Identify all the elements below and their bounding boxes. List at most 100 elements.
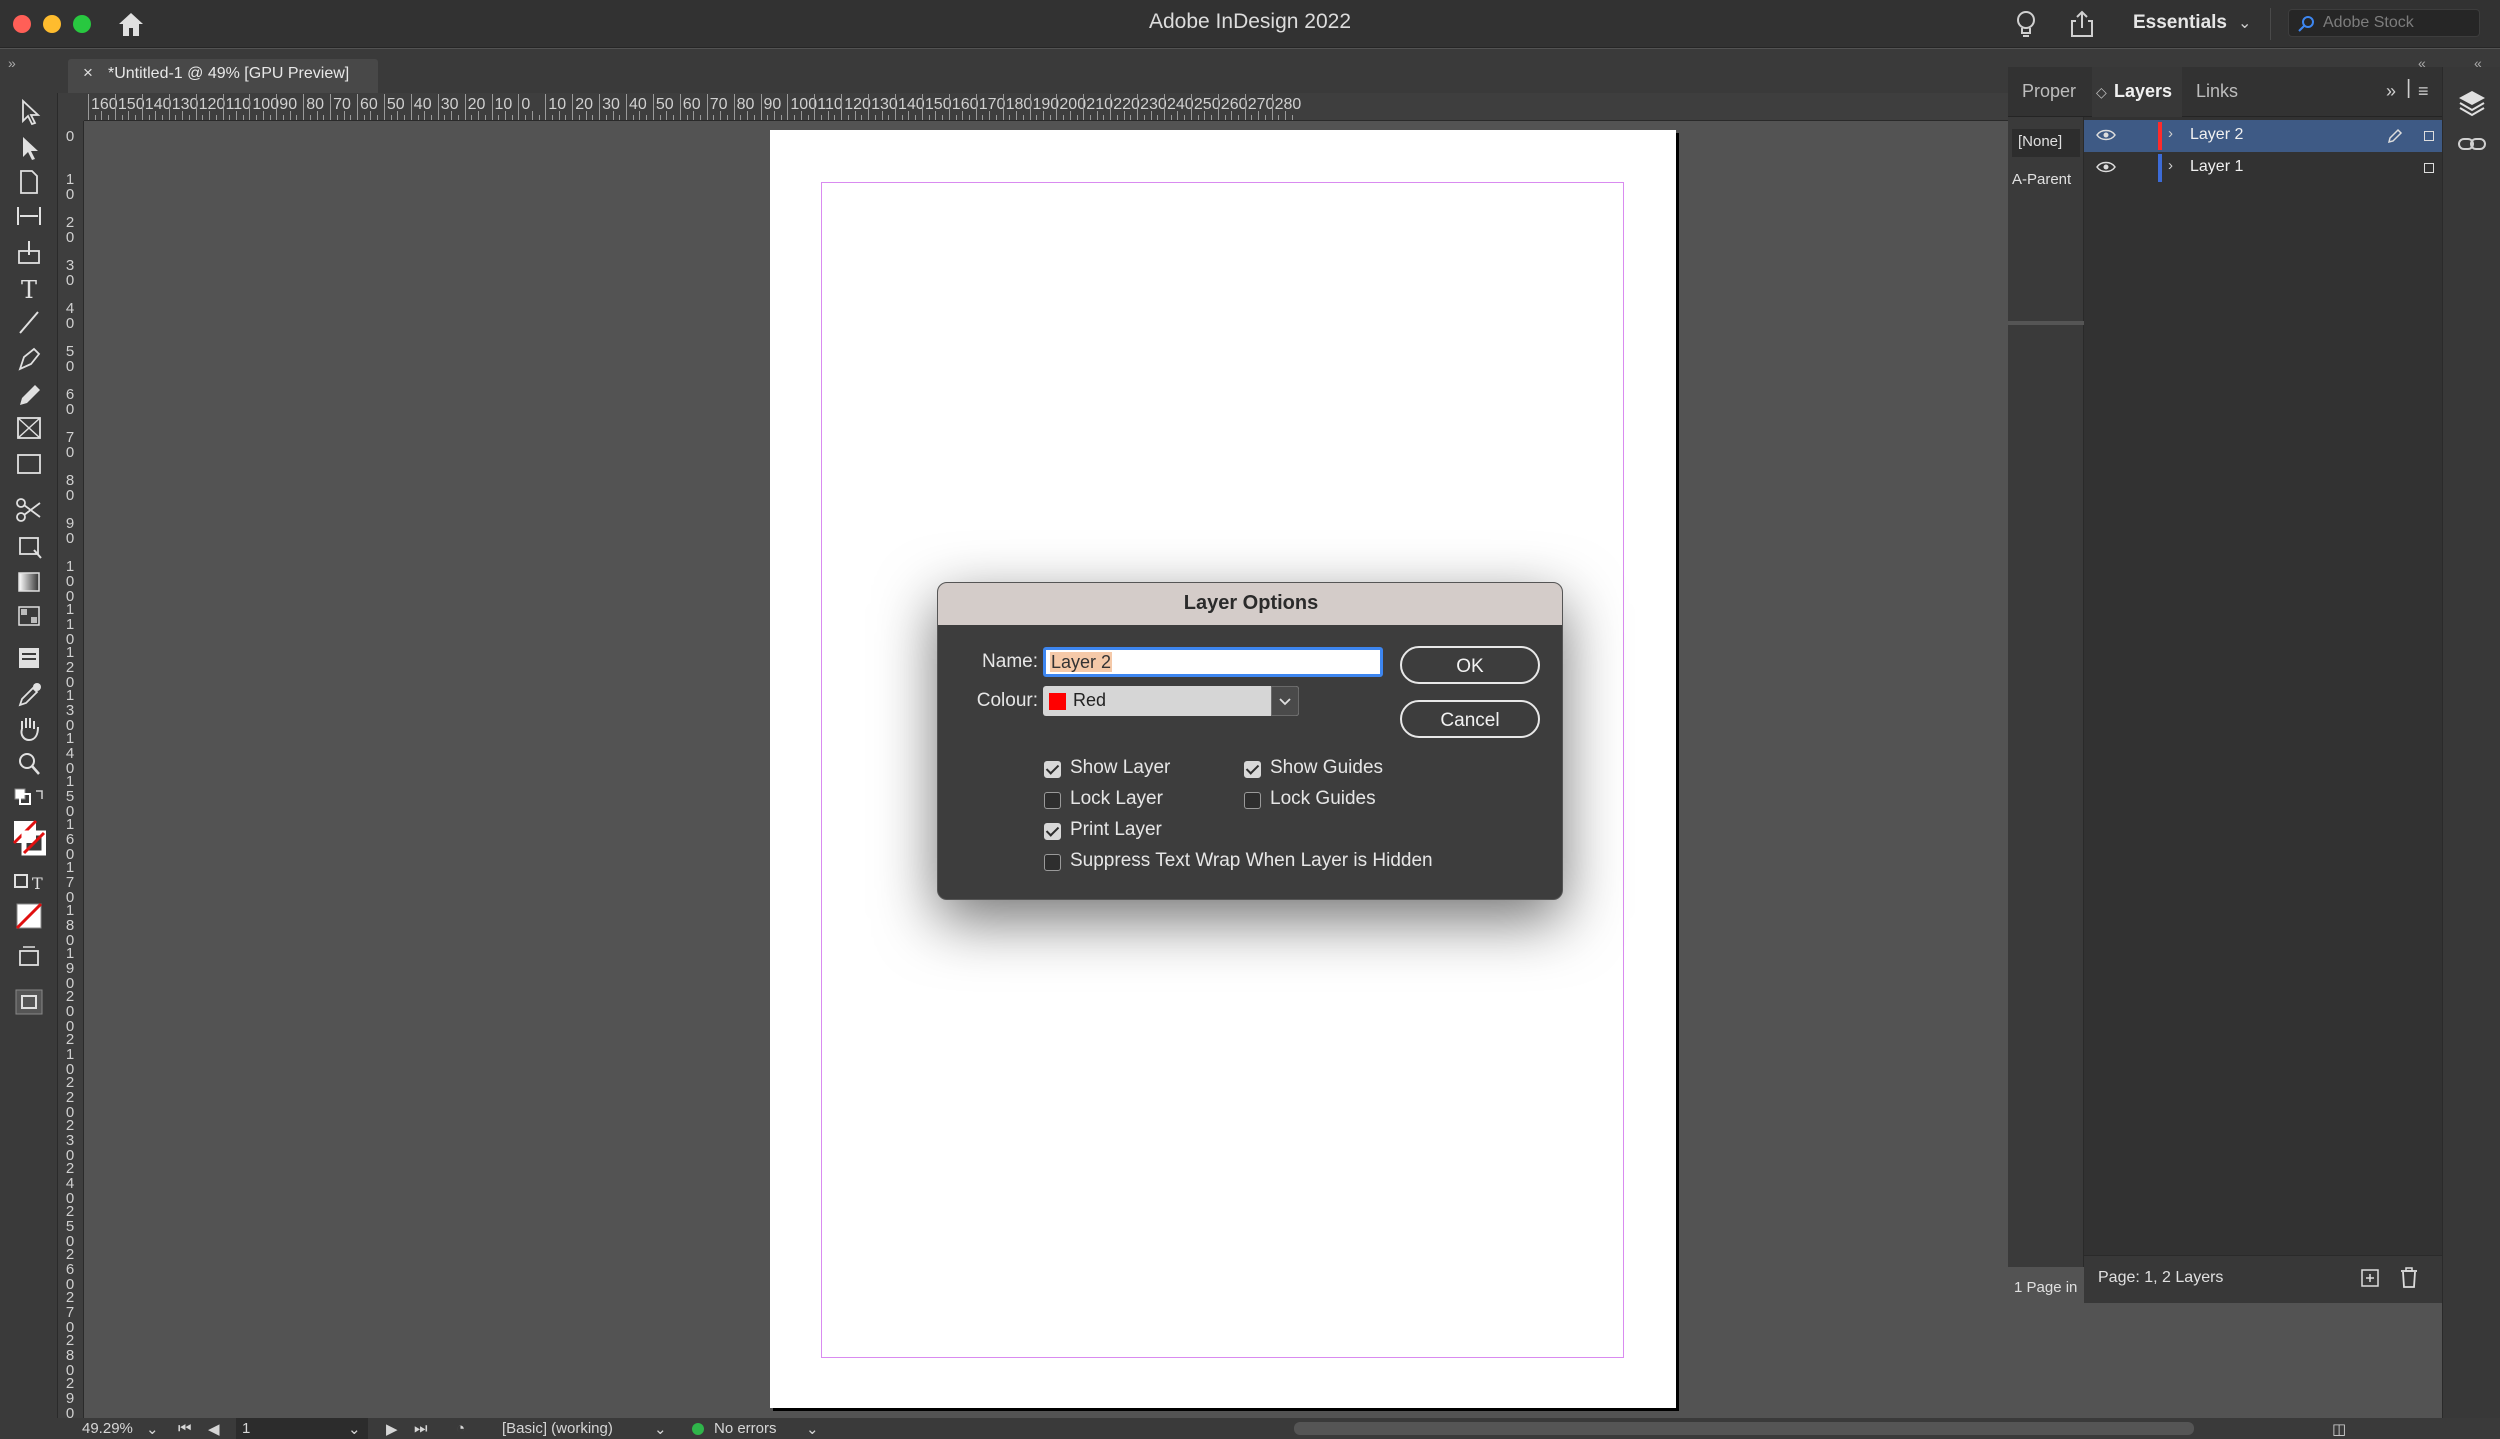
fill-stroke-swatch-icon[interactable]	[12, 819, 47, 859]
direct-selection-tool-icon[interactable]	[12, 133, 46, 163]
show-layer-checkbox[interactable]	[1044, 761, 1061, 778]
expand-panels-icon[interactable]: »	[8, 55, 16, 71]
pages-divider[interactable]	[2008, 321, 2084, 325]
panel-menu-icon[interactable]: ≡	[2418, 81, 2429, 102]
errors-dropdown-icon[interactable]: ⌄	[806, 1420, 819, 1438]
eye-icon[interactable]	[2096, 128, 2116, 142]
close-icon[interactable]: ×	[83, 63, 93, 83]
free-transform-tool-icon[interactable]	[12, 531, 46, 561]
content-collector-icon[interactable]	[12, 237, 46, 267]
layer-row[interactable]: › Layer 1	[2084, 152, 2442, 184]
ruler-minor-tick	[1291, 115, 1293, 120]
rectangle-tool-icon[interactable]	[12, 449, 46, 479]
ruler-minor-tick	[632, 115, 634, 120]
document-tab[interactable]: × *Untitled-1 @ 49% [GPU Preview]	[68, 59, 378, 93]
vertical-ruler[interactable]: 0 10 20 30 40 50 60 70 80 90 100110120130140150160…	[58, 121, 84, 1418]
gradient-feather-tool-icon[interactable]	[12, 601, 46, 631]
open-document-icon[interactable]: ◔	[456, 1420, 465, 1437]
zoom-tool-icon[interactable]	[12, 749, 46, 779]
ok-button[interactable]: OK	[1400, 646, 1540, 684]
a-parent-item[interactable]: A-Parent	[2012, 171, 2071, 188]
workspace-switcher[interactable]: Essentials	[2133, 12, 2227, 34]
selection-square-icon[interactable]	[2424, 163, 2434, 173]
line-tool-icon[interactable]	[12, 307, 46, 337]
new-layer-icon[interactable]	[2360, 1268, 2380, 1288]
tab-properties[interactable]: Proper	[2022, 81, 2076, 102]
profile-dropdown-icon[interactable]: ⌄	[654, 1420, 667, 1438]
pen-tool-icon[interactable]	[12, 343, 46, 373]
view-mode-icon[interactable]	[12, 987, 46, 1017]
lightbulb-icon[interactable]	[2013, 9, 2039, 39]
ruler-origin[interactable]	[58, 93, 84, 121]
ruler-label: 0	[65, 128, 75, 145]
ruler-minor-tick	[928, 115, 930, 120]
tab-layers[interactable]: Layers	[2114, 81, 2172, 102]
suppress-text-wrap-label: Suppress Text Wrap When Layer is Hidden	[1070, 850, 1433, 871]
selection-square-icon[interactable]	[2424, 131, 2434, 141]
chevron-right-icon[interactable]: ›	[2168, 125, 2173, 142]
apply-none-icon[interactable]	[12, 901, 46, 931]
collapse-panel-icon[interactable]: »	[2386, 81, 2396, 102]
page-number-field[interactable]: 1 ⌄	[236, 1418, 368, 1439]
layers-footer: Page: 1, 2 Layers	[2084, 1255, 2442, 1303]
ruler-minor-tick	[363, 115, 365, 120]
cancel-button[interactable]: Cancel	[1400, 700, 1540, 738]
links-panel-icon[interactable]	[2457, 132, 2487, 156]
layer-name-input[interactable]: Layer 2	[1043, 647, 1383, 677]
preflight-errors[interactable]: No errors	[714, 1420, 777, 1437]
trash-icon[interactable]	[2400, 1267, 2418, 1289]
share-icon[interactable]	[2068, 9, 2096, 39]
gap-tool-icon[interactable]	[12, 201, 46, 231]
page-dropdown-icon[interactable]: ⌄	[348, 1420, 361, 1438]
previous-page-icon[interactable]: ◀	[208, 1420, 220, 1438]
note-tool-icon[interactable]	[12, 643, 46, 673]
ruler-minor-tick	[942, 115, 944, 120]
ruler-label: 100	[65, 558, 75, 605]
show-guides-checkbox[interactable]	[1244, 761, 1261, 778]
gradient-swatch-tool-icon[interactable]	[12, 567, 46, 597]
last-page-icon[interactable]: ⏭	[414, 1420, 428, 1437]
preflight-profile[interactable]: [Basic] (working)	[502, 1420, 613, 1437]
lock-guides-checkbox[interactable]	[1244, 792, 1261, 809]
scissors-tool-icon[interactable]	[12, 495, 46, 525]
chevron-right-icon[interactable]: ›	[2168, 157, 2173, 174]
chevron-down-icon[interactable]: ⌄	[2238, 13, 2251, 33]
ruler-minor-tick	[693, 111, 695, 120]
zoom-level[interactable]: 49.29%	[82, 1420, 133, 1437]
title-bar: Adobe InDesign 2022 Essentials ⌄ Adobe S…	[0, 0, 2500, 48]
screen-mode-icon[interactable]	[12, 943, 46, 973]
tab-sort-icon[interactable]: ◇	[2096, 84, 2107, 101]
ruler-minor-tick	[430, 115, 432, 120]
page-tool-icon[interactable]	[12, 167, 46, 197]
formatting-affects-container-icon[interactable]: T	[12, 867, 46, 897]
split-window-icon[interactable]: ◫	[2332, 1420, 2346, 1438]
print-layer-checkbox[interactable]	[1044, 823, 1061, 840]
colour-dropdown-button[interactable]	[1271, 686, 1299, 716]
pencil-tool-icon[interactable]	[12, 379, 46, 409]
none-parent-item[interactable]: [None]	[2012, 129, 2080, 157]
type-tool-icon[interactable]: T	[12, 273, 46, 304]
horizontal-ruler[interactable]: 160 150 140 130 120 110 100 90 80 70 60 50 40 30 20 10 0…	[58, 93, 2008, 121]
ruler-minor-tick	[834, 115, 836, 120]
first-page-icon[interactable]: ⏮	[178, 1420, 192, 1437]
zoom-dropdown-icon[interactable]: ⌄	[146, 1420, 159, 1438]
tab-links[interactable]: Links	[2196, 81, 2238, 102]
default-fill-stroke-icon[interactable]	[12, 785, 46, 815]
ruler-minor-tick	[747, 111, 749, 120]
adobe-stock-search[interactable]: Adobe Stock	[2288, 9, 2480, 37]
next-page-icon[interactable]: ▶	[386, 1420, 398, 1438]
layer-row[interactable]: › Layer 2	[2084, 120, 2442, 152]
suppress-text-wrap-checkbox[interactable]	[1044, 854, 1061, 871]
selection-tool-icon[interactable]	[12, 97, 46, 127]
horizontal-scrollbar[interactable]	[1294, 1422, 2194, 1435]
rectangle-frame-tool-icon[interactable]	[12, 413, 46, 443]
colour-select[interactable]: Red	[1043, 686, 1299, 716]
hand-tool-icon[interactable]	[12, 713, 46, 743]
ruler-label: 10	[65, 171, 75, 203]
lock-layer-checkbox[interactable]	[1044, 792, 1061, 809]
eyedropper-tool-icon[interactable]	[12, 679, 46, 709]
ruler-label: 70	[333, 96, 351, 113]
eye-icon[interactable]	[2096, 160, 2116, 174]
layers-panel-icon[interactable]	[2457, 87, 2487, 117]
ruler-tick	[706, 94, 708, 120]
